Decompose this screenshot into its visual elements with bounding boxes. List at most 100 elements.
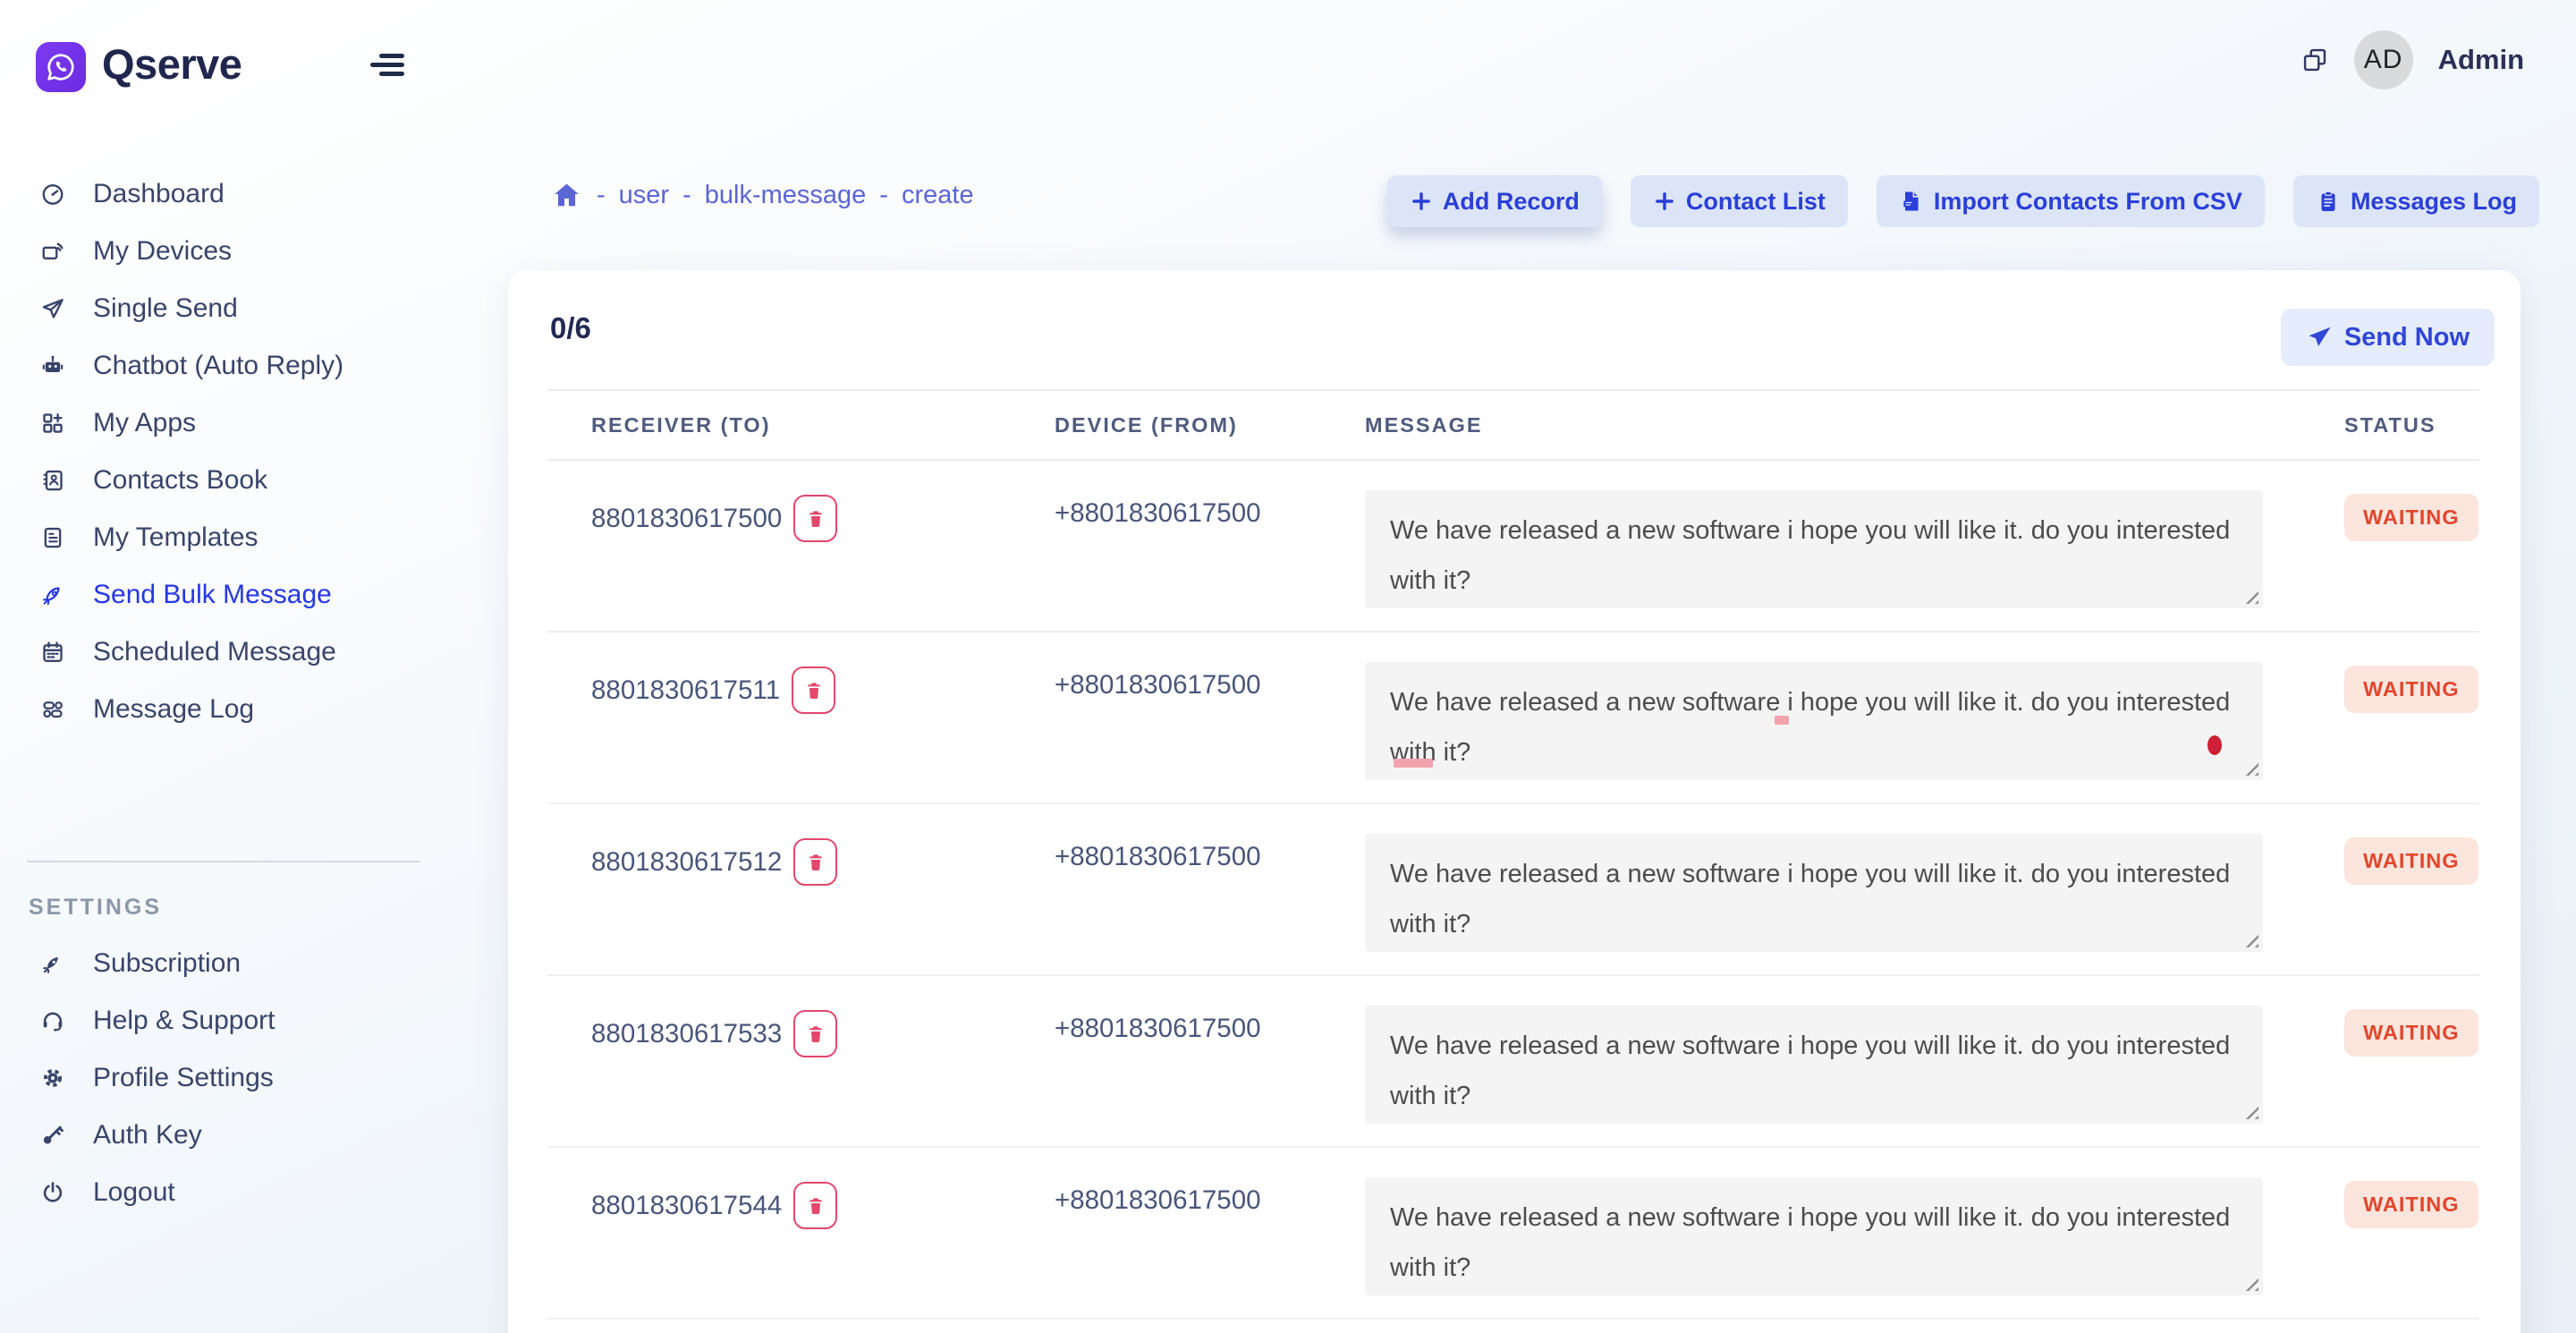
col-header-message: MESSAGE [1365,413,1483,437]
table-top-divider [547,389,2479,391]
breadcrumb-item-user[interactable]: user [619,181,669,210]
user-name[interactable]: Admin [2438,44,2524,76]
spellcheck-underline [1394,759,1433,768]
app-root: Qserve AD Admin Dashboard My Devices Sin… [0,0,2576,1333]
sidebar-item-label: Logout [93,1177,175,1208]
calendar-icon [39,639,66,666]
sidebar-item-send-bulk-message[interactable]: Send Bulk Message [0,566,447,624]
sidebar-item-label: Subscription [93,948,241,979]
sidebar-item-scheduled-message[interactable]: Scheduled Message [0,624,447,681]
sidebar-item-auth-key[interactable]: Auth Key [0,1107,447,1164]
device-number: +8801830617500 [1055,670,1261,700]
message-textarea[interactable]: We have released a new software i hope y… [1365,834,2263,952]
messages-log-button[interactable]: Messages Log [2293,175,2539,227]
status-badge: WAITING [2344,837,2479,885]
whatsapp-icon [44,50,78,84]
contact-list-button[interactable]: Contact List [1631,175,1848,227]
sidebar-item-label: Contacts Book [93,465,267,496]
trash-icon [805,852,826,873]
bulk-message-panel: 0/6 Send Now RECEIVER (TO) DEVICE (FROM)… [508,270,2521,1333]
message-textarea[interactable]: We have released a new software i hope y… [1365,1006,2263,1124]
trash-icon [805,1023,826,1045]
apps-grid-icon [39,410,66,437]
table-row: 8801830617500 +8801830617500 We have rel… [547,459,2479,633]
sidebar-item-my-devices[interactable]: My Devices [0,223,447,280]
table-row: 8801830617533 +8801830617500 We have rel… [547,974,2479,1148]
duplicate-windows-icon[interactable] [2301,46,2329,74]
receiver-number: 8801830617500 [591,504,782,534]
trash-icon [803,680,825,701]
sidebar-item-message-log[interactable]: Message Log [0,681,447,738]
home-icon[interactable] [550,179,583,212]
table-row: 8801830617544 +8801830617500 We have rel… [547,1146,2479,1320]
subscription-rocket-icon [39,950,66,977]
breadcrumb-item-create[interactable]: create [902,181,974,210]
sidebar-item-label: My Apps [93,408,196,438]
sliders-icon [39,696,66,723]
device-number: +8801830617500 [1055,842,1261,872]
sidebar-item-label: Auth Key [93,1120,202,1150]
sidebar-item-help-support[interactable]: Help & Support [0,992,447,1049]
receiver-number: 8801830617511 [591,675,780,706]
red-dot-indicator [2207,735,2222,755]
breadcrumb-item-bulk-message[interactable]: bulk-message [705,181,867,210]
sidebar-item-my-templates[interactable]: My Templates [0,509,447,566]
delete-record-button[interactable] [793,495,837,542]
breadcrumb-separator: - [682,181,691,210]
status-badge: WAITING [2344,1181,2479,1228]
col-header-status: STATUS [2344,413,2436,437]
plus-icon [1653,190,1676,213]
delete-record-button[interactable] [793,838,837,886]
sidebar-item-label: Profile Settings [93,1063,274,1093]
resize-handle-icon[interactable] [2243,932,2258,947]
resize-handle-icon[interactable] [2243,1104,2258,1119]
resize-handle-icon[interactable] [2243,589,2258,604]
template-file-icon [39,524,66,551]
message-textarea[interactable]: We have released a new software i hope y… [1365,662,2263,780]
qserve-logo[interactable] [36,42,86,92]
add-record-button[interactable]: Add Record [1387,175,1602,227]
sidebar-item-chatbot[interactable]: Chatbot (Auto Reply) [0,337,447,395]
action-buttons: Add Record Contact List Import Contacts … [1387,175,2539,227]
import-contacts-csv-button[interactable]: Import Contacts From CSV [1877,175,2265,227]
plus-icon [1410,190,1433,213]
robot-icon [39,352,66,379]
status-badge: WAITING [2344,666,2479,713]
sidebar-item-label: My Templates [93,522,258,553]
delete-record-button[interactable] [793,1182,837,1229]
power-icon [39,1179,66,1206]
csv-file-icon [1899,189,1924,214]
receiver-number: 8801830617512 [591,847,782,878]
headset-icon [39,1007,66,1034]
sidebar-item-my-apps[interactable]: My Apps [0,395,447,452]
sidebar-toggle-icon[interactable] [370,54,404,77]
avatar[interactable]: AD [2354,30,2413,89]
device-number: +8801830617500 [1055,1185,1261,1216]
delete-record-button[interactable] [793,1010,837,1057]
sidebar-item-logout[interactable]: Logout [0,1164,447,1221]
resize-handle-icon[interactable] [2243,1276,2258,1291]
gear-icon [39,1065,66,1091]
delete-record-button[interactable] [792,666,835,714]
device-number: +8801830617500 [1055,498,1261,529]
breadcrumb-separator: - [597,181,606,210]
send-now-button[interactable]: Send Now [2281,309,2495,366]
trash-icon [805,1195,826,1217]
sidebar-item-single-send[interactable]: Single Send [0,280,447,337]
clipboard-icon [2316,189,2341,214]
message-textarea[interactable]: We have released a new software i hope y… [1365,1177,2263,1295]
sidebar-item-profile-settings[interactable]: Profile Settings [0,1049,447,1107]
sidebar-item-label: Help & Support [93,1006,275,1036]
col-header-device: DEVICE (FROM) [1055,413,1238,437]
sidebar-item-subscription[interactable]: Subscription [0,935,447,992]
sidebar-item-label: Chatbot (Auto Reply) [93,351,343,381]
sidebar-item-label: Send Bulk Message [93,580,332,610]
sidebar-item-label: Single Send [93,293,238,324]
status-badge: WAITING [2344,1009,2479,1057]
sidebar-item-dashboard[interactable]: Dashboard [0,166,447,223]
brand-name: Qserve [102,39,242,89]
sidebar-item-contacts-book[interactable]: Contacts Book [0,452,447,509]
resize-handle-icon[interactable] [2243,760,2258,776]
message-textarea[interactable]: We have released a new software i hope y… [1365,490,2263,608]
dashboard-icon [39,181,66,208]
